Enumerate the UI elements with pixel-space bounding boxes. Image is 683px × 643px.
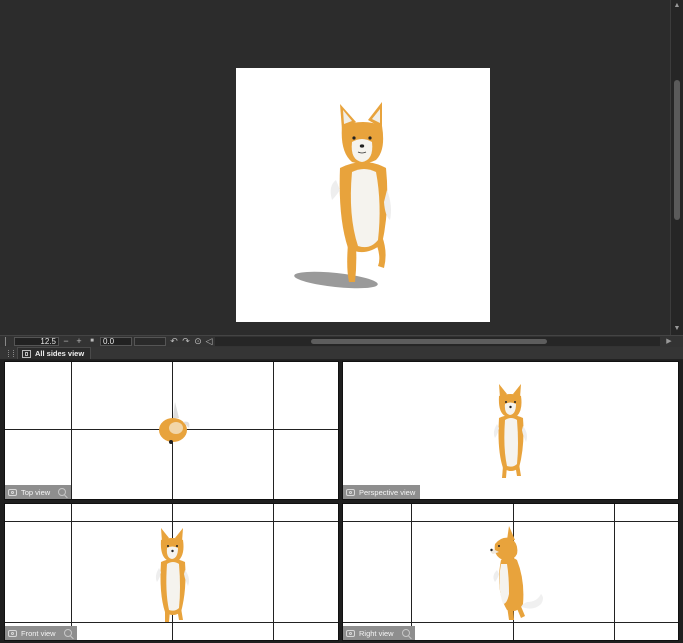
camera-icon (346, 629, 355, 637)
corgi-figure-main (294, 102, 391, 289)
zoom-out-button[interactable]: − (61, 336, 71, 347)
grid-line (273, 504, 274, 640)
canvas-page[interactable] (236, 68, 490, 322)
rotation-slider[interactable] (134, 337, 166, 346)
grid-line (614, 504, 615, 640)
corgi-figure-perspective (493, 384, 527, 478)
zoom-icon[interactable] (58, 488, 67, 496)
top-view-label[interactable]: Top view (5, 485, 72, 499)
palette-tab-bar: All sides view (0, 347, 683, 360)
flip-horizontal-button[interactable]: ◁ (204, 336, 214, 347)
top-view-viewport[interactable]: Top view (4, 361, 339, 500)
tab-all-sides-view[interactable]: All sides view (17, 347, 92, 359)
corgi-figure-right (490, 526, 543, 620)
horizontal-scroll-thumb[interactable] (311, 339, 547, 344)
front-view-label[interactable]: Front view (5, 626, 77, 640)
view-label-text: Front view (21, 628, 56, 638)
grid-line (343, 521, 678, 522)
scroll-down-icon[interactable]: ▼ (673, 325, 681, 333)
view-label-text: Top view (21, 487, 51, 497)
zoom-icon[interactable] (63, 629, 72, 637)
view-label-text: Right view (359, 628, 394, 638)
corgi-figure-front (155, 528, 189, 622)
camera-icon (8, 629, 17, 637)
fit-screen-button[interactable]: ■ (87, 336, 97, 347)
right-view-viewport[interactable]: Right view (342, 503, 679, 641)
reset-rotation-button[interactable]: ⊙ (193, 336, 203, 347)
grid-line (71, 504, 72, 640)
zoom-slider-handle[interactable] (5, 337, 13, 346)
tab-label: All sides view (35, 349, 85, 358)
vertical-scroll-thumb[interactable] (674, 80, 680, 220)
grid-line (71, 362, 72, 499)
main-canvas-view[interactable] (0, 0, 670, 335)
all-sides-view-icon (22, 349, 31, 358)
perspective-view-label[interactable]: Perspective view (343, 485, 421, 499)
corgi-figure-top (159, 402, 190, 444)
grid-line (411, 504, 412, 640)
zoom-input[interactable]: 12.5 (14, 337, 59, 346)
rotate-right-button[interactable]: ↷ (181, 336, 191, 347)
rotate-left-button[interactable]: ↶ (169, 336, 179, 347)
zoom-icon[interactable] (401, 629, 410, 637)
palette-grip-handle[interactable] (8, 350, 14, 357)
horizontal-scrollbar[interactable] (215, 337, 660, 346)
camera-icon (346, 488, 355, 496)
perspective-view-viewport[interactable]: Perspective view (342, 361, 679, 500)
zoom-in-button[interactable]: + (74, 336, 84, 347)
scroll-right-icon[interactable]: ▶ (664, 336, 674, 347)
grid-line (5, 521, 338, 522)
front-view-viewport[interactable]: Front view (4, 503, 339, 641)
vertical-scrollbar[interactable]: ▲ ▼ (670, 0, 683, 335)
grid-line (273, 362, 274, 499)
status-bar: 12.5 − + ■ 0.0 ↶ ↷ ⊙ ◁ ▶ (0, 335, 683, 347)
rotation-angle-input[interactable]: 0.0 (100, 337, 132, 346)
right-view-label[interactable]: Right view (343, 626, 415, 640)
view-label-text: Perspective view (359, 487, 416, 497)
scroll-up-icon[interactable]: ▲ (673, 2, 681, 10)
all-sides-view-panel: Top view Perspective view Front view Rig… (0, 360, 683, 643)
camera-icon (8, 488, 17, 496)
